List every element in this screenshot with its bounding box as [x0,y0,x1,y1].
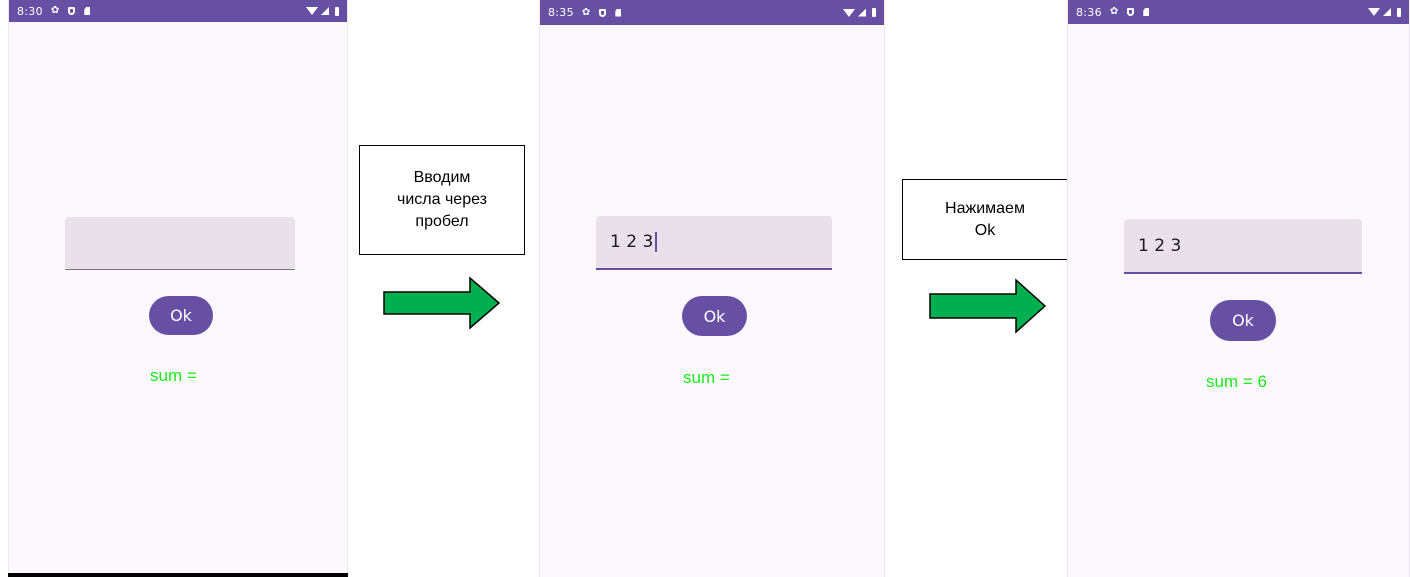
wifi-icon [843,8,855,17]
annotation-1-line-1: Вводим [413,169,471,186]
battery-icon [335,6,339,16]
ok-button-label: Ok [1232,311,1254,330]
phone-screen-3: 8:36 ✿ 1 2 3 Ok sum = 6 [1067,0,1410,577]
input-text: 1 2 3 [1138,235,1182,256]
sum-result: sum = [683,368,730,387]
status-time: 8:30 [17,4,43,18]
annotation-2-line-2: Ok [974,221,996,239]
annotation-box-1: Вводим числа через пробел [359,145,525,255]
status-time: 8:35 [548,6,574,19]
battery-icon [1397,7,1401,17]
sd-card-icon [1143,8,1150,16]
ok-button-label: Ok [170,306,192,325]
right-arrow-icon [383,276,501,330]
phone-screen-1: 8:30 ✿ Ok sum = [8,0,348,577]
right-arrow-icon [929,278,1047,334]
status-bar: 8:35 ✿ [540,0,884,25]
shield-icon [68,7,76,15]
shield-icon [599,8,607,17]
text-cursor [655,232,657,252]
sd-card-icon [615,8,622,17]
annotation-1-line-3: пробел [415,213,469,230]
ok-button[interactable]: Ok [682,296,747,336]
bottom-edge-bar [8,573,348,577]
numbers-input[interactable] [65,217,295,270]
ok-button[interactable]: Ok [1210,300,1276,341]
cell-signal-icon [321,7,329,15]
status-bar: 8:36 ✿ [1068,0,1409,24]
ok-button[interactable]: Ok [149,296,213,335]
numbers-input[interactable]: 1 2 3 [596,216,832,270]
numbers-input[interactable]: 1 2 3 [1124,219,1362,274]
settings-icon: ✿ [581,6,591,18]
status-bar: 8:30 ✿ [9,0,347,22]
cell-signal-icon [858,8,866,17]
ok-button-label: Ok [703,306,726,326]
input-text: 1 2 3 [610,232,654,252]
sum-result: sum = [150,366,197,385]
wifi-icon [306,7,318,15]
annotation-2-line-1: Нажимаем [945,199,1025,217]
annotation-box-2: Нажимаем Ok [902,179,1068,260]
phone-screen-2: 8:35 ✿ 1 2 3 Ok sum = [539,0,885,577]
wifi-icon [1368,8,1380,16]
annotation-1-line-2: числа через [397,191,487,208]
sum-result: sum = 6 [1206,372,1267,391]
status-time: 8:36 [1076,5,1102,19]
cell-signal-icon [1383,8,1391,16]
shield-icon [1127,8,1135,16]
battery-icon [872,8,876,17]
settings-icon: ✿ [50,5,60,16]
sd-card-icon [84,7,91,15]
settings-icon: ✿ [1109,6,1119,17]
